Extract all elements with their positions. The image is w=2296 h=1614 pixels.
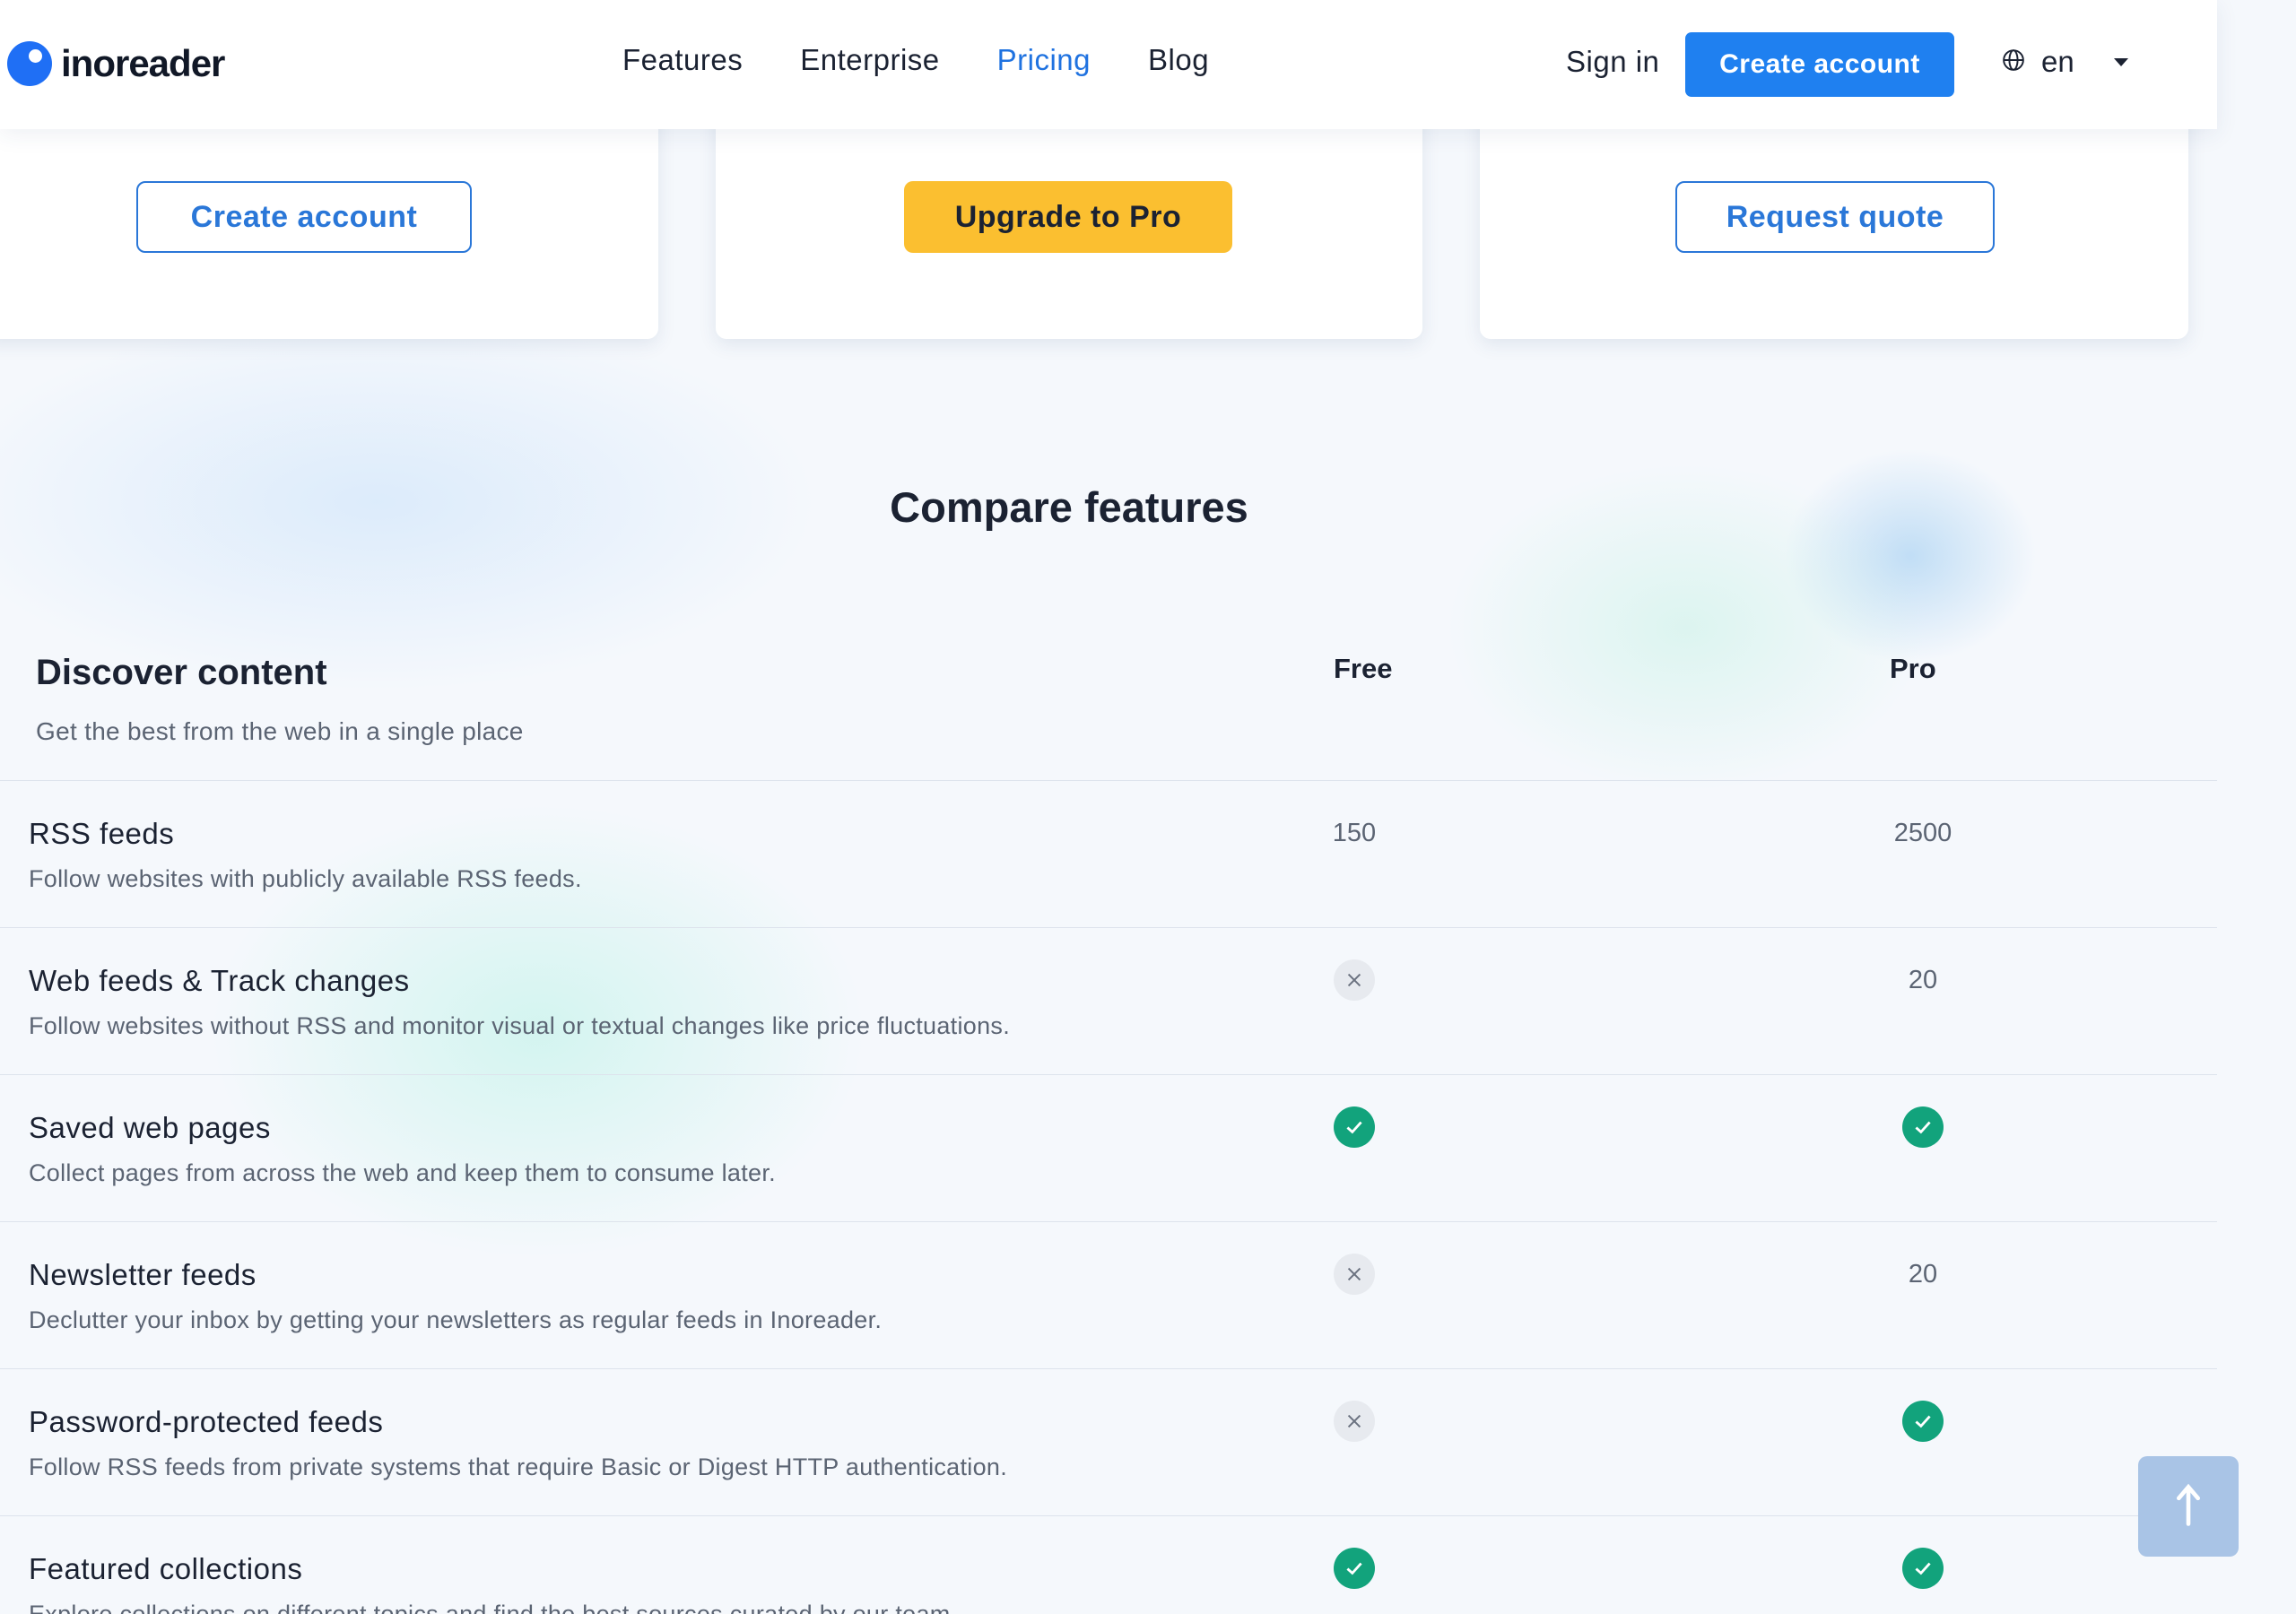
feature-description: Declutter your inbox by getting your new… <box>29 1306 883 1333</box>
upgrade-to-pro-button[interactable]: Upgrade to Pro <box>904 181 1232 253</box>
back-to-top-button[interactable] <box>2138 1456 2239 1557</box>
logo-icon <box>7 41 52 86</box>
column-header-pro: Pro <box>1890 653 1936 684</box>
pro-value <box>1896 1106 1950 1149</box>
pro-value: 2500 <box>1893 818 1952 847</box>
compare-features-title: Compare features <box>890 483 1248 531</box>
feature-description: Follow websites without RSS and monitor … <box>29 1012 1011 1039</box>
globe-icon <box>2002 45 2025 79</box>
table-row: RSS feeds Follow websites with publicly … <box>0 780 2217 927</box>
chevron-down-icon <box>2113 57 2128 66</box>
free-value <box>1327 1547 1381 1590</box>
check-circle-icon <box>1334 1106 1375 1148</box>
nav-features[interactable]: Features <box>622 43 743 77</box>
feature-title: Password-protected feeds <box>29 1405 384 1438</box>
feature-title: Featured collections <box>29 1552 303 1585</box>
table-row: Web feeds & Track changes Follow website… <box>0 927 2217 1074</box>
group-title: Discover content <box>36 653 327 692</box>
pro-value <box>1896 1400 1950 1443</box>
feature-title: RSS feeds <box>29 817 175 850</box>
table-row: Password-protected feeds Follow RSS feed… <box>0 1368 2217 1515</box>
pro-value: 20 <box>1908 965 1938 994</box>
feature-table: RSS feeds Follow websites with publicly … <box>0 780 2217 1614</box>
x-circle-icon <box>1334 959 1375 1001</box>
table-row: Saved web pages Collect pages from acros… <box>0 1074 2217 1221</box>
free-value <box>1327 1253 1381 1296</box>
check-circle-icon <box>1902 1106 1944 1148</box>
check-circle-icon <box>1902 1401 1944 1442</box>
plan-create-account-button[interactable]: Create account <box>136 181 472 253</box>
feature-description: Explore collections on different topics … <box>29 1601 958 1614</box>
language-selector[interactable]: en <box>2002 45 2128 79</box>
sign-in-link[interactable]: Sign in <box>1566 45 1659 79</box>
check-circle-icon <box>1334 1548 1375 1589</box>
nav-blog[interactable]: Blog <box>1148 43 1209 77</box>
table-row: Featured collections Explore collections… <box>0 1515 2217 1614</box>
feature-description: Collect pages from across the web and ke… <box>29 1159 776 1186</box>
main-nav: Features Enterprise Pricing Blog <box>622 43 1209 77</box>
feature-description: Follow RSS feeds from private systems th… <box>29 1453 1008 1480</box>
free-value: 150 <box>1332 818 1377 847</box>
top-navigation-bar: inoreader Features Enterprise Pricing Bl… <box>0 0 2217 129</box>
nav-enterprise[interactable]: Enterprise <box>800 43 939 77</box>
group-subtitle: Get the best from the web in a single pl… <box>36 717 524 745</box>
check-circle-icon <box>1902 1548 1944 1589</box>
feature-title: Web feeds & Track changes <box>29 964 410 997</box>
column-header-free: Free <box>1334 653 1393 684</box>
inoreader-logo[interactable]: inoreader <box>7 41 225 86</box>
feature-title: Saved web pages <box>29 1111 271 1144</box>
nav-pricing[interactable]: Pricing <box>997 43 1091 77</box>
table-row: Newsletter feeds Declutter your inbox by… <box>0 1221 2217 1368</box>
free-value <box>1327 959 1381 1002</box>
pro-value <box>1896 1547 1950 1590</box>
free-value <box>1327 1106 1381 1149</box>
free-value <box>1327 1400 1381 1443</box>
pricing-page: Create account Upgrade to Pro Request qu… <box>0 0 2296 1614</box>
request-quote-button[interactable]: Request quote <box>1675 181 1995 253</box>
x-circle-icon <box>1334 1254 1375 1295</box>
language-label: en <box>2041 45 2074 78</box>
logo-text: inoreader <box>61 42 225 84</box>
arrow-up-icon <box>2169 1482 2208 1532</box>
create-account-button[interactable]: Create account <box>1685 32 1954 97</box>
feature-title: Newsletter feeds <box>29 1258 257 1291</box>
x-circle-icon <box>1334 1401 1375 1442</box>
pro-value: 20 <box>1908 1259 1938 1289</box>
feature-description: Follow websites with publicly available … <box>29 865 582 892</box>
